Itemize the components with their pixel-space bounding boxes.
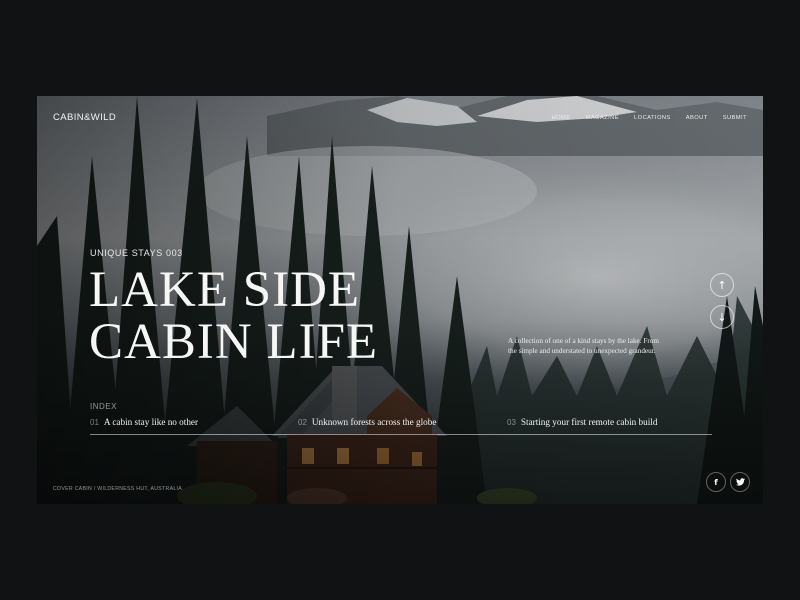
index-item-1[interactable]: 01 A cabin stay like no other (90, 417, 198, 427)
hero-description: A collection of one of a kind stays by t… (508, 337, 659, 355)
nav-item-home[interactable]: HOME (552, 115, 571, 121)
scroll-up-button[interactable]: ↑ (710, 273, 734, 297)
nav-item-submit[interactable]: SUBMIT (723, 115, 747, 121)
hero-title-line-2: CABIN LIFE (89, 314, 379, 370)
twitter-button[interactable] (730, 472, 750, 492)
index-label: INDEX (90, 402, 117, 411)
twitter-bird-icon (735, 478, 745, 486)
nav-item-magazine[interactable]: MAGAZINE (586, 115, 619, 121)
hero-title-line-1: LAKE SIDE (89, 262, 361, 318)
facebook-button[interactable]: f (706, 472, 726, 492)
index-item-2[interactable]: 02 Unknown forests across the globe (298, 417, 436, 427)
index-item-number: 02 (298, 418, 307, 427)
scroll-down-button[interactable]: ↓ (710, 305, 734, 329)
hero-eyebrow: UNIQUE STAYS 003 (90, 248, 183, 258)
index-divider (90, 434, 712, 435)
main-nav: HOME MAGAZINE LOCATIONS ABOUT SUBMIT (552, 115, 747, 121)
index-item-number: 03 (507, 418, 516, 427)
index-item-3[interactable]: 03 Starting your first remote cabin build (507, 417, 657, 427)
index-item-text: A cabin stay like no other (103, 417, 199, 427)
index-item-text: Starting your first remote cabin build (520, 417, 658, 427)
index-item-text: Unknown forests across the globe (311, 417, 437, 427)
arrow-up-icon: ↑ (717, 278, 727, 292)
facebook-icon: f (714, 477, 718, 487)
nav-item-locations[interactable]: LOCATIONS (634, 115, 671, 121)
index-item-number: 01 (90, 418, 99, 427)
hero-title: LAKE SIDE CABIN LIFE (89, 264, 378, 368)
photo-caption: COVER CABIN / WILDERNESS HUT, AUSTRALIA (53, 486, 183, 492)
arrow-down-icon: ↓ (717, 310, 727, 324)
brand-logo[interactable]: CABIN&WILD (53, 112, 116, 123)
nav-item-about[interactable]: ABOUT (686, 115, 708, 121)
hero-frame: CABIN&WILD HOME MAGAZINE LOCATIONS ABOUT… (37, 96, 763, 504)
